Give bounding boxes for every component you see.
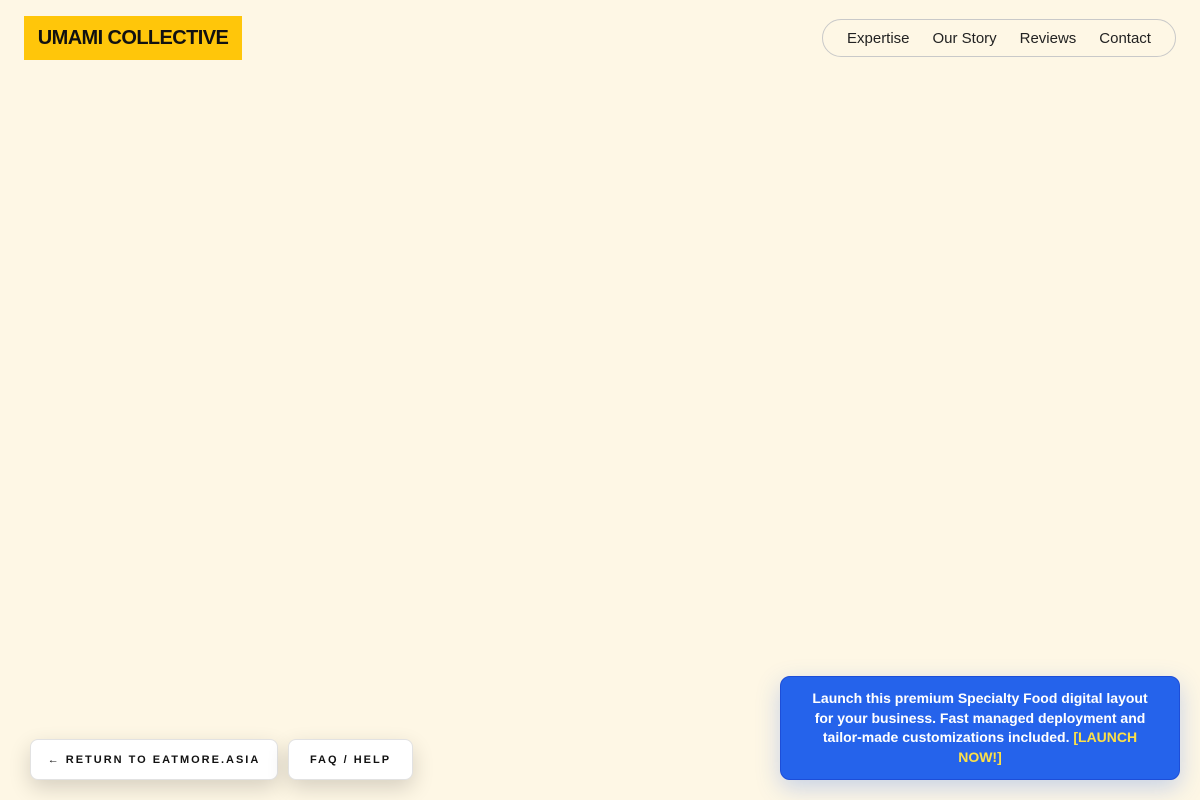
promo-text-block: Launch this premium Specialty Food digit…: [809, 689, 1151, 767]
nav-item-contact[interactable]: Contact: [1099, 30, 1151, 47]
nav-item-our-story[interactable]: Our Story: [932, 30, 996, 47]
promo-banner[interactable]: Launch this premium Specialty Food digit…: [780, 676, 1180, 780]
faq-help-button[interactable]: FAQ / HELP: [288, 739, 413, 780]
site-logo[interactable]: UMAMI COLLECTIVE: [24, 16, 242, 60]
main-nav: Expertise Our Story Reviews Contact: [822, 19, 1176, 57]
nav-item-expertise[interactable]: Expertise: [847, 30, 910, 47]
return-to-eatmore-button[interactable]: ← RETURN TO EATMORE.ASIA: [30, 739, 278, 780]
nav-item-reviews[interactable]: Reviews: [1020, 30, 1077, 47]
